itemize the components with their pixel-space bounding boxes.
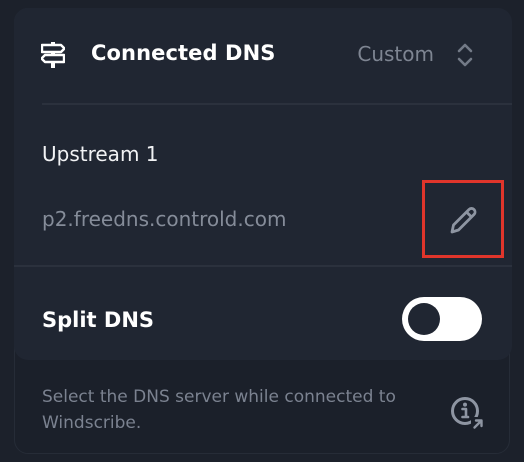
dns-description: Select the DNS server while connected to…	[42, 387, 396, 433]
upstream-host: p2.freedns.controld.com	[42, 207, 287, 231]
dns-card: Connected DNS Custom Upstream 1 p2.freed…	[14, 8, 512, 360]
toggle-knob	[408, 303, 440, 335]
split-dns-label: Split DNS	[42, 308, 155, 332]
connected-dns-title: Connected DNS	[91, 41, 276, 65]
chevron-up-down-icon[interactable]	[456, 41, 474, 69]
signpost-icon	[41, 42, 65, 68]
dns-settings-panel: Select the DNS server while connected to…	[0, 0, 524, 462]
info-icon[interactable]	[449, 395, 485, 431]
split-dns-toggle[interactable]	[402, 297, 482, 341]
header-divider	[42, 103, 512, 105]
edit-upstream-button[interactable]	[422, 180, 504, 258]
dns-mode-value[interactable]: Custom	[357, 42, 434, 66]
pencil-icon	[450, 207, 477, 234]
upstream-title: Upstream 1	[42, 142, 159, 166]
connected-dns-header[interactable]: Connected DNS Custom	[14, 8, 512, 104]
section-divider	[14, 265, 512, 267]
